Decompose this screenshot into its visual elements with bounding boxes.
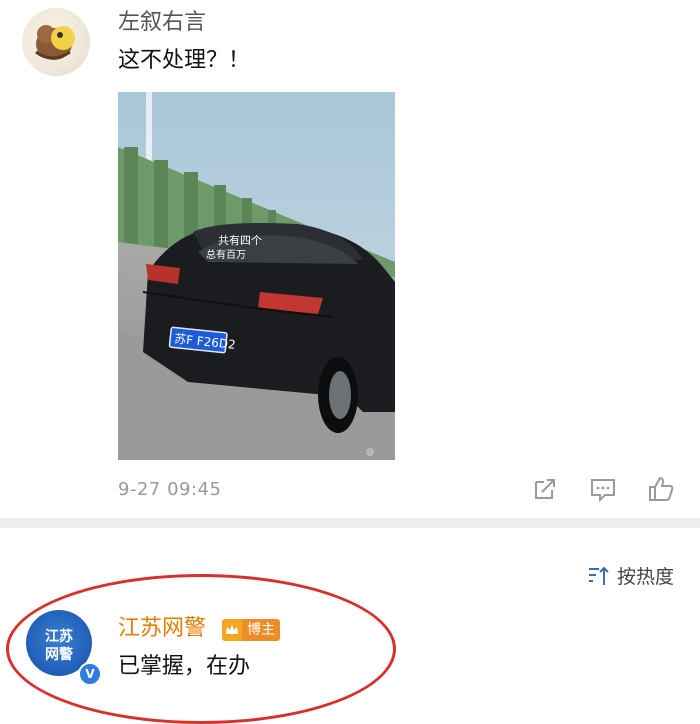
sort-label: 按热度: [616, 566, 674, 588]
section-divider: [0, 518, 700, 528]
comment-username[interactable]: 左叙右言: [118, 8, 206, 38]
car-photo-scene: 共有四个 总有百万 苏F F26D2 @: [118, 92, 395, 460]
share-icon: [535, 479, 555, 499]
rear-sticker-bottom: 总有百万: [206, 248, 246, 261]
comment-timestamp: 9-27 09:45: [118, 479, 222, 500]
sort-by-hot-button[interactable]: 按热度: [587, 562, 674, 589]
highlight-circle: [6, 574, 396, 724]
comment-button[interactable]: [588, 474, 618, 504]
photo-watermark: @: [366, 447, 374, 456]
user-avatar[interactable]: [22, 8, 90, 76]
comment-text: 这不处理？！: [118, 48, 251, 73]
rear-sticker-top: 共有四个: [218, 233, 262, 247]
comment-icon: [591, 479, 615, 503]
thumbs-up-icon: [649, 476, 674, 501]
comment-photo[interactable]: 共有四个 总有百万 苏F F26D2 @: [118, 92, 395, 460]
share-button[interactable]: [530, 474, 560, 504]
sort-icon: [588, 566, 609, 585]
avatar-image: [35, 25, 75, 60]
like-button[interactable]: [646, 474, 676, 504]
